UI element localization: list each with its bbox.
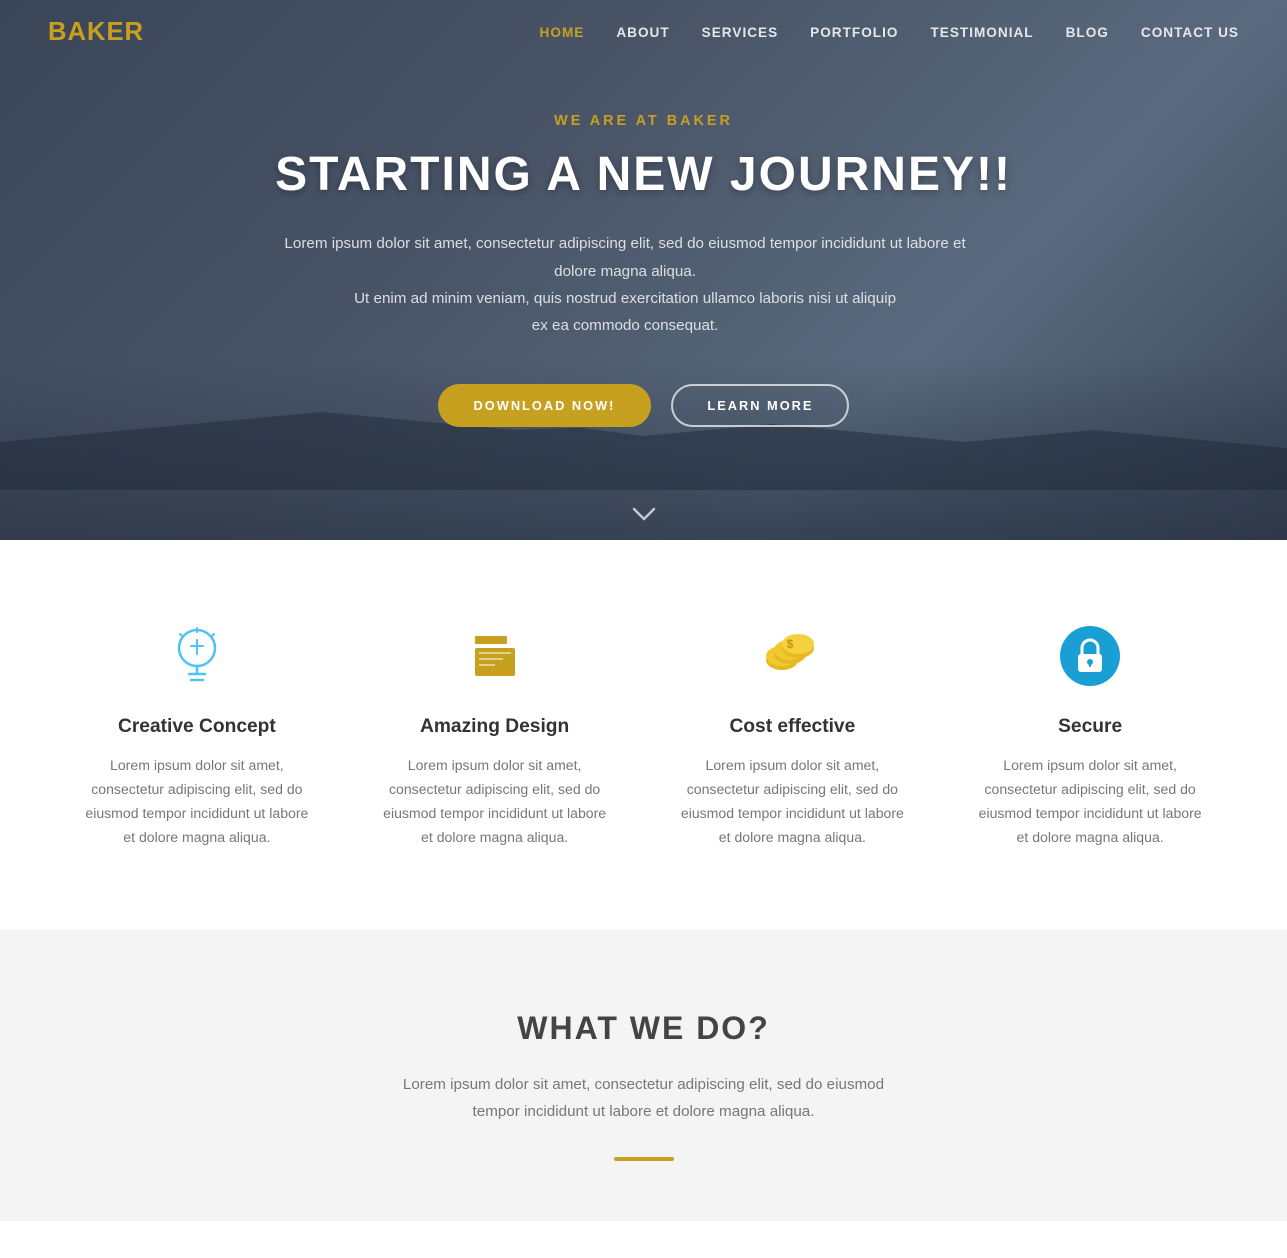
feature-desc-design: Lorem ipsum dolor sit amet, consectetur … (376, 754, 614, 850)
nav-blog[interactable]: BLOG (1066, 25, 1109, 40)
feature-creative-concept: Creative Concept Lorem ipsum dolor sit a… (48, 620, 346, 850)
nav-about[interactable]: ABOUT (616, 25, 669, 40)
learn-more-button[interactable]: LEARN MORE (671, 384, 849, 427)
feature-title-secure: Secure (971, 716, 1209, 738)
hero-title: STARTING A NEW JOURNEY!! (275, 147, 1012, 202)
feature-title-cost: Cost effective (674, 716, 912, 738)
what-we-do-section: WHAT WE DO? Lorem ipsum dolor sit amet, … (0, 930, 1287, 1222)
svg-text:$: $ (787, 637, 794, 651)
what-we-do-divider (614, 1157, 674, 1161)
nav-contact-us[interactable]: CONTACT US (1141, 25, 1239, 40)
what-we-do-title: WHAT WE DO? (48, 1010, 1239, 1047)
feature-title-creative: Creative Concept (78, 716, 316, 738)
coins-icon: $ (756, 620, 828, 692)
feature-amazing-design: Amazing Design Lorem ipsum dolor sit ame… (346, 620, 644, 850)
hero-desc-line3: ex ea commodo consequat. (532, 317, 719, 334)
features-section: Creative Concept Lorem ipsum dolor sit a… (0, 540, 1287, 930)
feature-desc-secure: Lorem ipsum dolor sit amet, consectetur … (971, 754, 1209, 850)
logo[interactable]: BAKER (48, 18, 144, 47)
hero-desc-line1: Lorem ipsum dolor sit amet, consectetur … (284, 235, 965, 279)
feature-desc-creative: Lorem ipsum dolor sit amet, consectetur … (78, 754, 316, 850)
hero-content: WE ARE AT BAKER STARTING A NEW JOURNEY!!… (275, 113, 1012, 426)
hero-desc-line2: Ut enim ad minim veniam, quis nostrud ex… (354, 290, 896, 307)
feature-cost-effective: $ Cost effective Lorem ipsum dolor sit a… (644, 620, 942, 850)
nav-testimonial[interactable]: TESTIMONIAL (930, 25, 1033, 40)
hero-buttons: DOWNLOAD NOW! LEARN MORE (275, 384, 1012, 427)
logo-part2: KER (87, 18, 144, 46)
hero-section: WE ARE AT BAKER STARTING A NEW JOURNEY!!… (0, 0, 1287, 540)
nav-services[interactable]: SERVICES (702, 25, 779, 40)
nav-portfolio[interactable]: PORTFOLIO (810, 25, 898, 40)
lightbulb-icon (161, 620, 233, 692)
what-we-do-description: Lorem ipsum dolor sit amet, consectetur … (394, 1071, 894, 1126)
hero-description: Lorem ipsum dolor sit amet, consectetur … (275, 230, 975, 339)
design-icon (459, 620, 531, 692)
scroll-down-indicator[interactable] (632, 506, 656, 522)
hero-subtitle: WE ARE AT BAKER (275, 113, 1012, 129)
feature-desc-cost: Lorem ipsum dolor sit amet, consectetur … (674, 754, 912, 850)
feature-title-design: Amazing Design (376, 716, 614, 738)
navbar: BAKER HOME ABOUT SERVICES PORTFOLIO TEST… (0, 0, 1287, 65)
lock-icon (1054, 620, 1126, 692)
feature-secure: Secure Lorem ipsum dolor sit amet, conse… (941, 620, 1239, 850)
nav-links: HOME ABOUT SERVICES PORTFOLIO TESTIMONIA… (540, 24, 1239, 42)
logo-part1: BA (48, 18, 87, 46)
download-button[interactable]: DOWNLOAD NOW! (438, 384, 652, 427)
nav-home[interactable]: HOME (540, 25, 585, 40)
